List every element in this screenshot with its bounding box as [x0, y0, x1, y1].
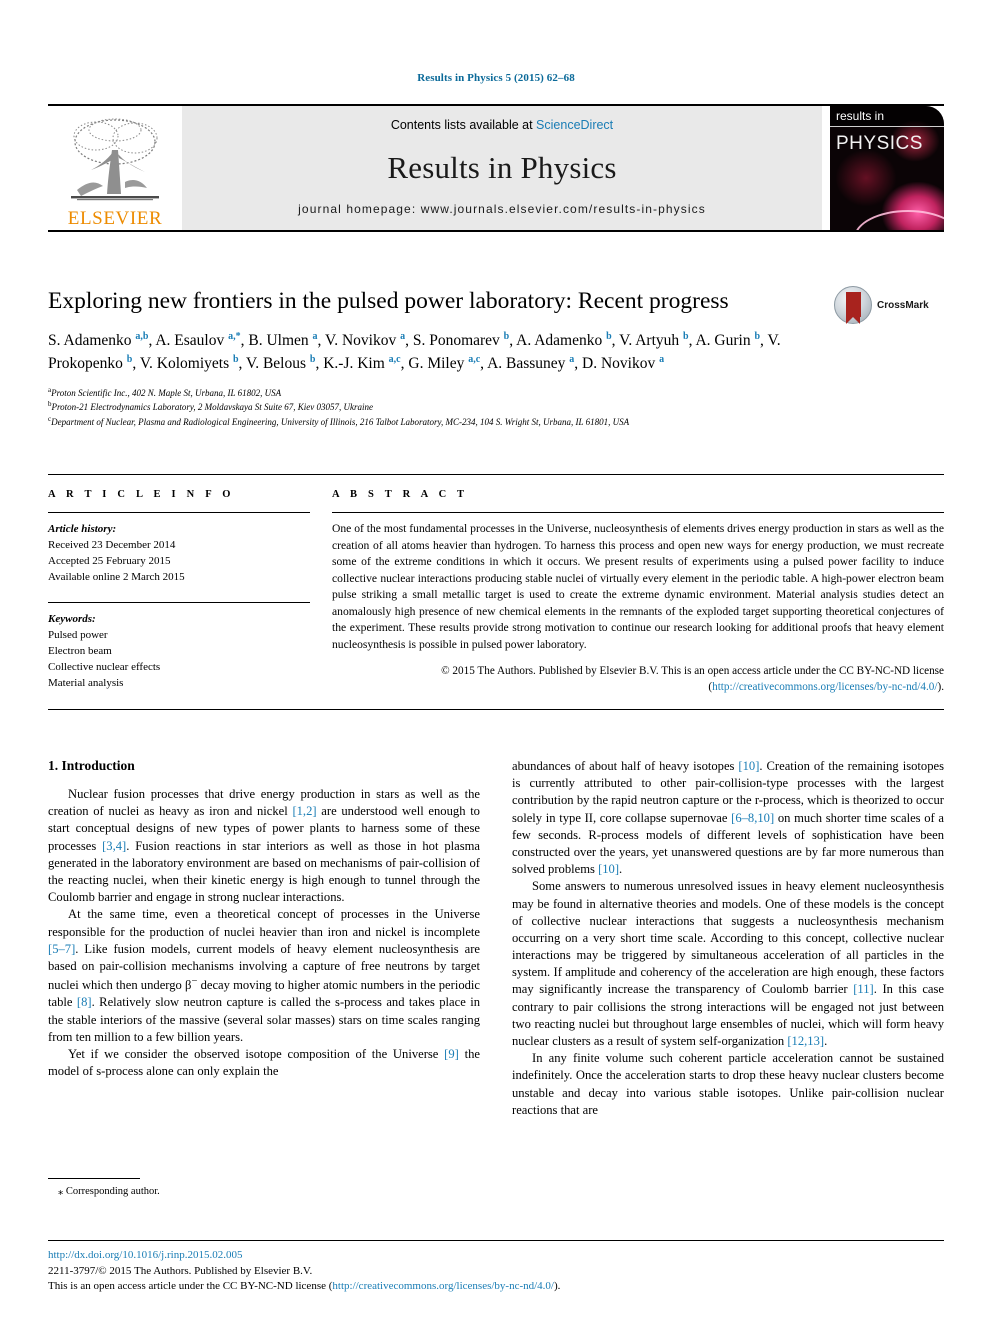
- elsevier-wordmark: ELSEVIER: [67, 208, 163, 229]
- copyright-suffix: ).: [937, 680, 944, 693]
- journal-homepage[interactable]: journal homepage: www.journals.elsevier.…: [298, 202, 706, 216]
- info-abstract-bottom-rule: [48, 708, 944, 710]
- paragraph: Yet if we consider the observed isotope …: [48, 1047, 480, 1079]
- paragraph: abundances of about half of heavy isotop…: [512, 759, 944, 877]
- affiliation-list: aProton Scientific Inc., 402 N. Maple St…: [48, 386, 928, 430]
- journal-cover-thumbnail: results in PHYSICS: [830, 106, 944, 230]
- page-title: Exploring new frontiers in the pulsed po…: [48, 288, 729, 314]
- corresponding-author-note: ⁎ Corresponding author.: [58, 1186, 160, 1197]
- journal-band: Contents lists available at ScienceDirec…: [182, 106, 822, 230]
- body-column-left: 1. Introduction Nuclear fusion processes…: [48, 758, 480, 1119]
- body-column-right: abundances of about half of heavy isotop…: [512, 758, 944, 1119]
- abstract-text: One of the most fundamental processes in…: [332, 522, 944, 652]
- keyword-item: Pulsed power: [48, 628, 108, 641]
- paragraph: At the same time, even a theoretical con…: [48, 907, 481, 1044]
- footer-license-line: This is an open access article under the…: [48, 1279, 944, 1295]
- paragraph: Nuclear fusion processes that drive ener…: [48, 787, 480, 905]
- journal-title: Results in Physics: [387, 149, 617, 185]
- contents-available-line: Contents lists available at ScienceDirec…: [391, 118, 613, 132]
- abstract-rule: [332, 512, 944, 513]
- license-link[interactable]: http://creativecommons.org/licenses/by-n…: [712, 681, 937, 693]
- affiliation-item: cDepartment of Nuclear, Plasma and Radio…: [48, 415, 928, 430]
- journal-masthead: ELSEVIER Contents lists available at Sci…: [48, 104, 944, 232]
- body-columns: 1. Introduction Nuclear fusion processes…: [48, 758, 944, 1119]
- abstract-column: A B S T R A C T One of the most fundamen…: [328, 489, 944, 695]
- crossmark-label: CrossMark: [877, 299, 929, 311]
- cover-label-top: results in: [830, 106, 944, 127]
- cover-label-main: PHYSICS: [836, 133, 923, 154]
- cover-arc-decoration: [854, 210, 944, 230]
- title-block: Exploring new frontiers in the pulsed po…: [48, 286, 944, 430]
- footnote-rule: [48, 1178, 140, 1179]
- affiliation-text: Department of Nuclear, Plasma and Radiol…: [51, 416, 630, 427]
- footer-rule: [48, 1240, 944, 1241]
- article-info-rule: [48, 512, 310, 513]
- sciencedirect-link[interactable]: ScienceDirect: [536, 118, 613, 132]
- footer-license-suffix: ).: [554, 1280, 561, 1293]
- keywords-rule: [48, 601, 310, 603]
- footer-license-link[interactable]: http://creativecommons.org/licenses/by-n…: [332, 1280, 554, 1292]
- history-accepted: Accepted 25 February 2015: [48, 555, 171, 568]
- crossmark-icon: [834, 286, 872, 324]
- keyword-item: Material analysis: [48, 677, 124, 690]
- affiliation-item: bProton-21 Electrodynamics Laboratory, 2…: [48, 400, 928, 415]
- history-received: Received 23 December 2014: [48, 539, 176, 552]
- keyword-item: Collective nuclear effects: [48, 661, 161, 674]
- article-history: Article history: Received 23 December 20…: [48, 521, 310, 586]
- doi-link[interactable]: http://dx.doi.org/10.1016/j.rinp.2015.02…: [48, 1248, 944, 1264]
- crossmark-ribbon-shape: [846, 292, 861, 324]
- elsevier-logo: ELSEVIER: [48, 106, 182, 230]
- keywords-list: Keywords: Pulsed power Electron beam Col…: [48, 611, 310, 692]
- footer-license-prefix: This is an open access article under the…: [48, 1280, 333, 1293]
- affiliation-text: Proton Scientific Inc., 402 N. Maple St,…: [51, 387, 282, 398]
- elsevier-tree-icon: [71, 118, 159, 201]
- abstract-heading: A B S T R A C T: [332, 489, 469, 500]
- running-head: Results in Physics 5 (2015) 62–68: [417, 72, 575, 84]
- affiliation-item: aProton Scientific Inc., 402 N. Maple St…: [48, 386, 928, 401]
- article-history-label: Article history:: [48, 523, 117, 535]
- section-heading-introduction: 1. Introduction: [48, 758, 135, 773]
- paragraph: Some answers to numerous unresolved issu…: [512, 879, 944, 1048]
- paper-page: Results in Physics 5 (2015) 62–68 ELSEVI…: [0, 0, 992, 1323]
- cover-artwork: results in PHYSICS: [830, 106, 944, 230]
- paragraph: In any finite volume such coherent parti…: [512, 1051, 944, 1117]
- abstract-copyright: © 2015 The Authors. Published by Elsevie…: [332, 663, 944, 695]
- history-online: Available online 2 March 2015: [48, 571, 185, 584]
- crossmark-badge-group[interactable]: CrossMark: [834, 284, 944, 326]
- affiliation-text: Proton-21 Electrodynamics Laboratory, 2 …: [51, 402, 374, 413]
- contents-prefix: Contents lists available at: [390, 118, 537, 132]
- author-list: S. Adamenko a,b, A. Esaulov a,*, B. Ulme…: [48, 330, 781, 373]
- issn-copyright-line: 2211-3797/© 2015 The Authors. Published …: [48, 1264, 313, 1277]
- info-abstract-block: A R T I C L E I N F O Article history: R…: [48, 474, 944, 710]
- keywords-label: Keywords:: [48, 612, 96, 625]
- footnote-block: ⁎ Corresponding author.: [48, 1178, 480, 1197]
- article-info-heading: A R T I C L E I N F O: [48, 489, 235, 500]
- article-info-column: A R T I C L E I N F O Article history: R…: [48, 489, 328, 695]
- keyword-item: Electron beam: [48, 644, 112, 657]
- page-footer: http://dx.doi.org/10.1016/j.rinp.2015.02…: [48, 1240, 944, 1295]
